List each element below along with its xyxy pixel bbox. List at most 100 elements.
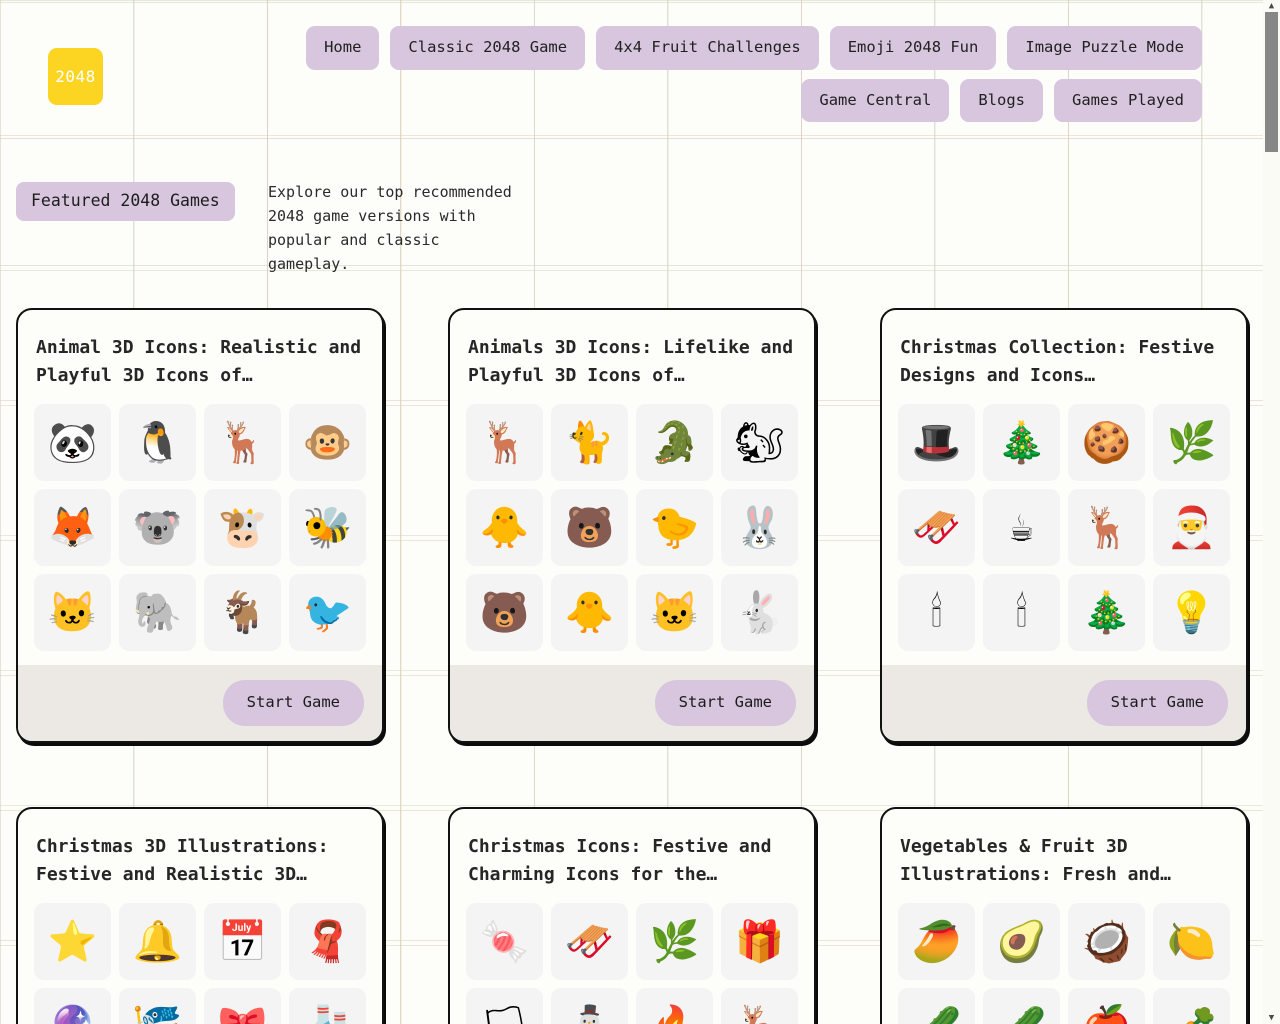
bee-icon: 🐝 [289,489,366,566]
fox-icon: 🦊 [34,489,111,566]
elephant-icon: 🐘 [119,574,196,651]
game-card[interactable]: Vegetables & Fruit 3D Illustrations: Fre… [880,807,1248,1024]
game-card-footer: Start Game [882,665,1246,741]
nav-image-puzzle-mode[interactable]: Image Puzzle Mode [1007,26,1202,70]
advent-candles-icon: 🕯 [898,574,975,651]
nav-home[interactable]: Home [306,26,380,70]
squirrel-icon: 🐿 [721,404,798,481]
game-card-title: Christmas Collection: Festive Designs an… [900,337,1215,386]
cat-icon: 🐱 [34,574,111,651]
apple-icon: 🍎 [1068,988,1145,1024]
christmas-stockings-icon: 🧦 [289,988,366,1024]
carrots-icon: 🥕 [1153,988,1230,1024]
game-card-title: Christmas Icons: Festive and Charming Ic… [468,836,772,885]
site-logo-2048[interactable]: 2048 [48,48,103,105]
nav-game-central[interactable]: Game Central [801,78,950,122]
coconut-icon: 🥥 [1068,903,1145,980]
wreath-icon: 🌿 [636,903,713,980]
featured-section-description: Explore our top recommended 2048 game ve… [268,183,512,273]
crocodile-icon: 🐊 [636,404,713,481]
game-card-icon-grid: 🥭 🥑 🥥 🍋 🥒 🥒 🍎 🥕 🍅 🥦 🍆 🧅 [882,895,1246,1024]
merry-christmas-card-icon: 🎄 [983,404,1060,481]
kitten-with-ball-icon: 🐈 [551,404,628,481]
lime-icon: 🍋 [1153,903,1230,980]
christmas-bauble-icon: 🎄 [1068,574,1145,651]
main-navigation: Home Classic 2048 Game 4x4 Fruit Challen… [265,22,1265,122]
pink-bunny-icon: 🐰 [721,489,798,566]
game-card-footer: Start Game [18,665,382,741]
nav-classic-2048-game[interactable]: Classic 2048 Game [390,26,586,70]
sleigh-icon: 🛷 [551,903,628,980]
december-25-calendar-icon: 📅 [204,903,281,980]
brown-bear-icon: 🐻 [466,574,543,651]
striped-scarf-icon: 🧣 [289,903,366,980]
panda-icon: 🐼 [34,404,111,481]
christmas-banner-icon: 🏳 [466,988,543,1024]
santa-hat-icon: 🎩 [898,404,975,481]
bluebird-icon: 🐦 [289,574,366,651]
vertical-scrollbar[interactable]: ▲ ▼ [1263,0,1280,1024]
reindeer-icon: 🦌 [466,404,543,481]
gingerbread-man-icon: 🍪 [1068,404,1145,481]
chick-icon: 🐥 [466,489,543,566]
game-card[interactable]: Christmas Icons: Festive and Charming Ic… [448,807,816,1024]
mango-icon: 🥭 [898,903,975,980]
nav-games-played[interactable]: Games Played [1054,78,1202,122]
hot-cocoa-mugs-icon: ☕ [983,489,1060,566]
sleigh-with-gifts-icon: 🛷 [898,489,975,566]
avocado-icon: 🥑 [983,903,1060,980]
game-card-icon-grid: 🦌 🐈 🐊 🐿 🐥 🐻 🐤 🐰 🐻 🐥 🐱 🐇 [450,396,814,665]
logo-container[interactable]: 2048 [0,22,265,105]
reindeer-head-icon: 🦌 [721,988,798,1024]
ornament-garland-icon: 🎏 [119,988,196,1024]
game-card[interactable]: Christmas Collection: Festive Designs an… [880,308,1248,743]
game-card-icon-grid: 🐼 🐧 🦌 🐵 🦊 🐨 🐮 🐝 🐱 🐘 🐐 🐦 [18,396,382,665]
featured-section-badge: Featured 2048 Games [16,182,235,221]
game-card-icon-grid: 🎩 🎄 🍪 🌿 🛷 ☕ 🦌 🎅 🕯 🕯 🎄 💡 [882,396,1246,665]
nav-4x4-fruit-challenges[interactable]: 4x4 Fruit Challenges [596,26,819,70]
featured-section: Featured 2048 Games Explore our top reco… [0,140,1280,308]
start-game-button[interactable]: Start Game [654,680,796,726]
duckling-icon: 🐥 [551,574,628,651]
monkey-icon: 🐵 [289,404,366,481]
game-card-footer: Start Game [450,665,814,741]
goat-icon: 🐐 [204,574,281,651]
gold-star-ornament-icon: ⭐ [34,903,111,980]
scrollbar-thumb[interactable] [1265,12,1278,152]
game-card-title: Animal 3D Icons: Realistic and Playful 3… [36,337,362,386]
cow-icon: 🐮 [204,489,281,566]
deer-icon: 🦌 [204,404,281,481]
game-card-grid: Animal 3D Icons: Realistic and Playful 3… [0,308,1280,1024]
mistletoe-swing-icon: 🌿 [1153,404,1230,481]
page-root: 2048 Home Classic 2048 Game 4x4 Fruit Ch… [0,0,1280,1024]
start-game-button[interactable]: Start Game [1086,680,1228,726]
zucchini-icon: 🥒 [898,988,975,1024]
scroll-down-arrow-icon[interactable]: ▼ [1263,1012,1280,1024]
featured-badge-container: Featured 2048 Games [0,168,268,221]
nav-blogs[interactable]: Blogs [960,78,1044,122]
koala-icon: 🐨 [119,489,196,566]
candle-trio-icon: 🕯 [983,574,1060,651]
game-card[interactable]: Christmas 3D Illustrations: Festive and … [16,807,384,1024]
game-card-icon-grid: 🍬 🛷 🌿 🎁 🏳 ⛄ 🔥 🦌 🎄 🔔 🎅 ⭐ [450,895,814,1024]
game-card-icon-grid: ⭐ 🔔 📅 🧣 🔮 🎏 🎀 🧦 🎁 🎅 ❄ 🎄 [18,895,382,1024]
start-game-button[interactable]: Start Game [222,680,364,726]
game-card[interactable]: Animals 3D Icons: Lifelike and Playful 3… [448,308,816,743]
chick-waving-icon: 🐤 [636,489,713,566]
snowman-icon: ⛄ [551,988,628,1024]
snow-globe-icon: 🔮 [34,988,111,1024]
rabbit-icon: 🐇 [721,574,798,651]
candy-cane-icon: 🍬 [466,903,543,980]
white-cat-icon: 🐱 [636,574,713,651]
bear-cub-icon: 🐻 [551,489,628,566]
scroll-up-arrow-icon[interactable]: ▲ [1263,0,1280,12]
fireplace-icon: 🔥 [636,988,713,1024]
game-card-title: Animals 3D Icons: Lifelike and Playful 3… [468,337,794,386]
gift-sack-icon: 🎁 [721,903,798,980]
nav-emoji-2048-fun[interactable]: Emoji 2048 Fun [829,26,997,70]
game-card[interactable]: Animal 3D Icons: Realistic and Playful 3… [16,308,384,743]
reindeer-with-gift-icon: 🦌 [1068,489,1145,566]
game-card-title: Vegetables & Fruit 3D Illustrations: Fre… [900,836,1171,885]
cucumber-icon: 🥒 [983,988,1060,1024]
santa-claus-icon: 🎅 [1153,489,1230,566]
